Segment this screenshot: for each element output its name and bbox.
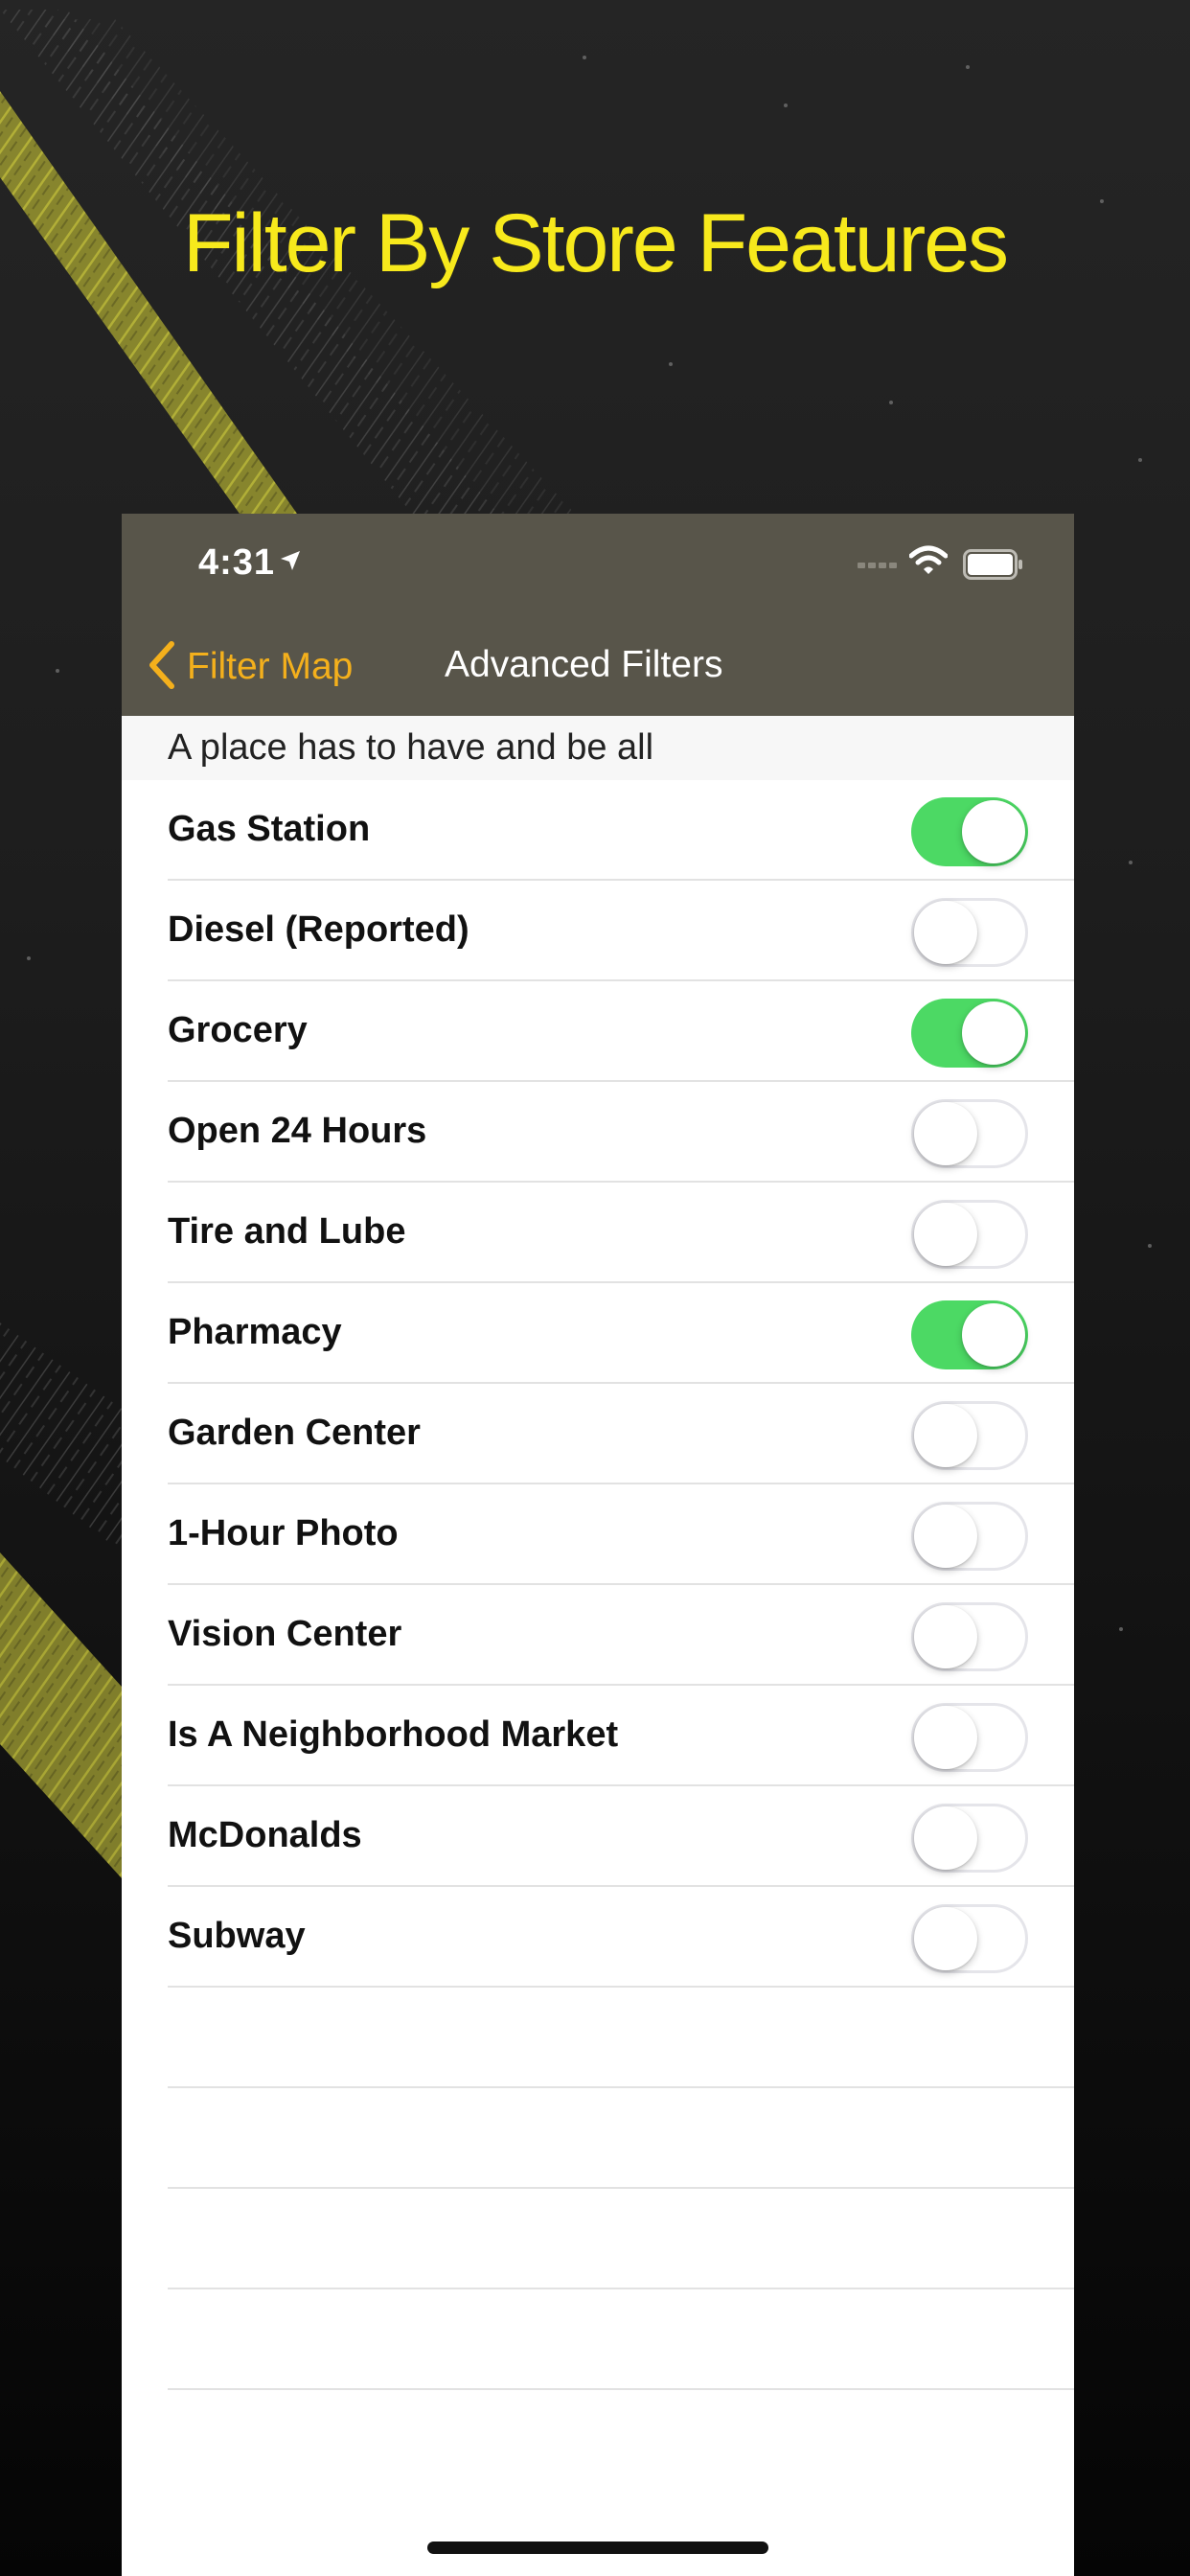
filter-label: Garden Center xyxy=(168,1413,421,1453)
back-button-label: Filter Map xyxy=(187,646,354,687)
cellular-signal-icon xyxy=(858,558,900,575)
toggle-knob xyxy=(914,1907,977,1970)
filter-toggle[interactable] xyxy=(911,1502,1028,1571)
filter-label: Grocery xyxy=(168,1010,308,1050)
filter-label: Is A Neighborhood Market xyxy=(168,1714,619,1755)
filter-label: Subway xyxy=(168,1916,306,1956)
filter-label: Diesel (Reported) xyxy=(168,909,469,950)
filter-row: Open 24 Hours xyxy=(122,1082,1074,1183)
toggle-knob xyxy=(914,1102,977,1165)
back-button[interactable]: Filter Map xyxy=(149,638,353,696)
filter-toggle[interactable] xyxy=(911,1099,1028,1168)
filter-row: Diesel (Reported) xyxy=(122,881,1074,981)
filter-label: Open 24 Hours xyxy=(168,1111,427,1151)
toggle-knob xyxy=(962,800,1025,863)
phone-screen: 4:31 Filter Map Advanced Filters A place… xyxy=(122,514,1074,2576)
empty-row xyxy=(122,2088,1074,2189)
filter-toggle[interactable] xyxy=(911,1602,1028,1671)
toggle-knob xyxy=(914,1404,977,1467)
toggle-knob xyxy=(914,1203,977,1266)
toggle-knob xyxy=(914,1505,977,1568)
filter-label: McDonalds xyxy=(168,1815,362,1855)
filter-toggle[interactable] xyxy=(911,1904,1028,1973)
filter-row: Is A Neighborhood Market xyxy=(122,1686,1074,1786)
empty-row xyxy=(122,1988,1074,2088)
chevron-left-icon xyxy=(149,640,175,694)
filter-list: Gas Station Diesel (Reported) Grocery Open … xyxy=(122,780,1074,2390)
filter-toggle[interactable] xyxy=(911,1200,1028,1269)
filter-label: 1-Hour Photo xyxy=(168,1513,399,1553)
filter-row: Tire and Lube xyxy=(122,1183,1074,1283)
filter-label: Vision Center xyxy=(168,1614,402,1654)
toggle-knob xyxy=(962,1303,1025,1367)
status-bar-time: 4:31 xyxy=(198,542,276,583)
filter-label: Pharmacy xyxy=(168,1312,342,1352)
filter-toggle[interactable] xyxy=(911,1300,1028,1369)
filter-row: McDonalds xyxy=(122,1786,1074,1887)
filter-row: Garden Center xyxy=(122,1384,1074,1484)
filter-row: 1-Hour Photo xyxy=(122,1484,1074,1585)
filter-row: Pharmacy xyxy=(122,1283,1074,1384)
filter-row: Vision Center xyxy=(122,1585,1074,1686)
toggle-knob xyxy=(962,1001,1025,1065)
section-header-label: A place has to have and be all xyxy=(168,727,654,768)
filter-toggle[interactable] xyxy=(911,1703,1028,1772)
toggle-knob xyxy=(914,1605,977,1668)
empty-row xyxy=(122,2289,1074,2390)
navigation-bar: 4:31 Filter Map Advanced Filters xyxy=(122,514,1074,716)
filter-row: Grocery xyxy=(122,981,1074,1082)
filter-toggle[interactable] xyxy=(911,999,1028,1068)
wifi-icon xyxy=(908,545,949,581)
filter-toggle[interactable] xyxy=(911,898,1028,967)
filter-toggle[interactable] xyxy=(911,1401,1028,1470)
toggle-knob xyxy=(914,1706,977,1769)
filter-label: Gas Station xyxy=(168,809,371,849)
home-indicator[interactable] xyxy=(427,2542,768,2554)
filter-toggle[interactable] xyxy=(911,797,1028,866)
filter-row: Subway xyxy=(122,1887,1074,1988)
filter-row: Gas Station xyxy=(122,780,1074,881)
filter-label: Tire and Lube xyxy=(168,1211,406,1252)
location-arrow-icon xyxy=(279,549,302,577)
toggle-knob xyxy=(914,901,977,964)
section-header: A place has to have and be all xyxy=(122,716,1074,780)
battery-icon xyxy=(963,549,1024,585)
filter-toggle[interactable] xyxy=(911,1804,1028,1873)
empty-row xyxy=(122,2189,1074,2289)
promo-headline: Filter By Store Features xyxy=(182,197,1009,289)
toggle-knob xyxy=(914,1806,977,1870)
page-title: Advanced Filters xyxy=(445,644,723,685)
